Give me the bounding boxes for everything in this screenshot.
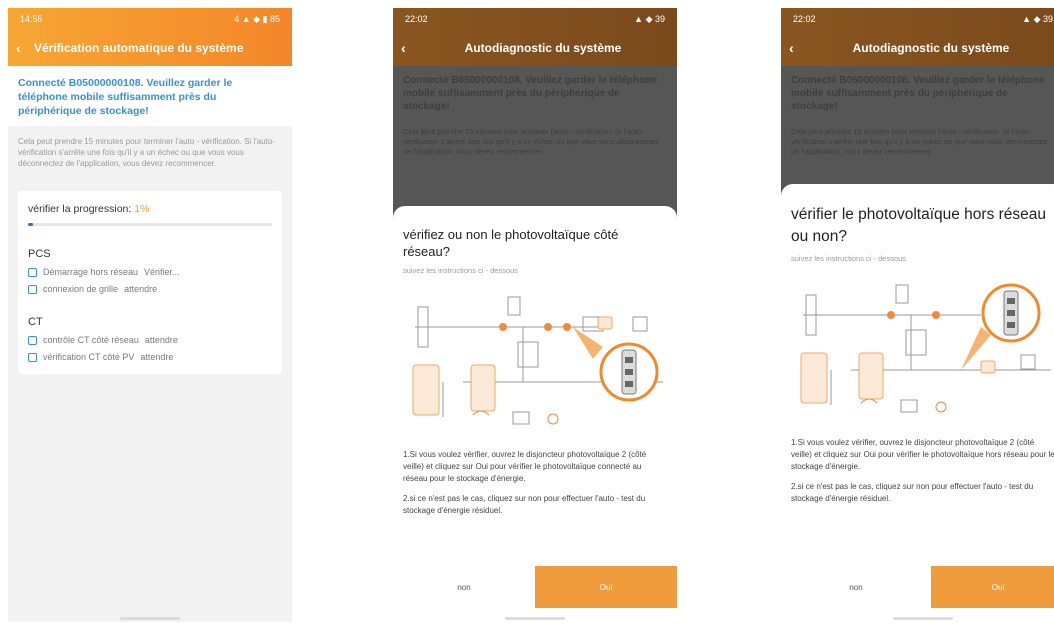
checkbox-icon [28,267,37,277]
section-title-ct: CT [28,316,43,328]
progress-bar [28,223,272,226]
back-arrow-icon[interactable]: ‹ [16,40,32,56]
header-area: 22:02 ▲ ◆ 39 ‹ Autodiagnostic du système [781,8,1054,66]
status-icons: ▲ ◆ 39 [634,13,665,24]
phone-screen-offgrid-pv-dialog: 22:02 ▲ ◆ 39 ‹ Autodiagnostic du système… [781,8,1054,622]
dialog-subtitle: suivez les instructions ci - dessous [403,266,519,275]
page-title: Autodiagnostic du système [464,41,622,55]
dimmed-note: Cela peut prendre 15 minutes pour termin… [791,127,1048,156]
duration-note: Cela peut prendre 15 minutes pour termin… [18,137,275,168]
bottom-sheet-dialog: vérifier le photovoltaïque hors réseau o… [781,184,1054,622]
section-title-pcs: PCS [28,248,51,260]
status-icons: 4 ▲ ◆ ▮ 85 [234,13,280,24]
dialog-buttons: non Oui [393,566,677,608]
no-button[interactable]: non [393,566,535,608]
phone-screen-self-check: 14:55 4 ▲ ◆ ▮ 85 ‹ Vérification automati… [8,8,292,622]
yes-button[interactable]: Oui [535,566,677,608]
progress-value: 1% [134,203,150,215]
status-bar: 22:02 ▲ ◆ 39 [393,8,677,30]
app-bar: ‹ Vérification automatique du système [8,30,292,66]
back-arrow-icon[interactable]: ‹ [401,40,417,56]
wiring-diagram-graphic [412,296,663,425]
dimmed-notice: Connecté B05000000108. Veuillez garder l… [791,75,1046,112]
status-time: 22:02 [405,14,428,24]
dialog-question: vérifiez ou non le photovoltaïque côté r… [403,227,619,259]
checkbox-icon [28,335,37,345]
check-item: vérification CT côté PV attendre [28,352,272,362]
check-item-status: Vérifier... [144,267,180,277]
app-bar: ‹ Autodiagnostic du système [393,30,677,66]
bottom-sheet-dialog: vérifiez ou non le photovoltaïque côté r… [393,206,677,622]
check-item-label: contrôle CT côté réseau [43,335,139,345]
status-bar: 22:02 ▲ ◆ 39 [781,8,1054,30]
check-item: connexion de grille attendre [28,284,272,294]
header-area: 22:02 ▲ ◆ 39 ‹ Autodiagnostic du système [393,8,677,66]
dialog-buttons: non Oui [781,566,1054,608]
status-bar: 14:55 4 ▲ ◆ ▮ 85 [8,8,292,30]
screenshot-canvas: 14:55 4 ▲ ◆ ▮ 85 ‹ Vérification automati… [0,0,1054,630]
instruction-step-2: 2.si ce n'est pas le cas, cliquez sur no… [791,482,1034,503]
checkbox-icon [28,284,37,294]
connection-notice: Connecté B05000000108. Veuillez garder l… [8,66,292,126]
app-bar: ‹ Autodiagnostic du système [781,30,1054,66]
instructions: 1.Si vous voulez vérifier, ouvrez le dis… [403,449,667,517]
dialog-question: vérifier le photovoltaïque hors réseau o… [791,206,1047,245]
page-title: Vérification automatique du système [34,41,244,55]
home-indicator [120,617,180,620]
progress-bar-fill [28,223,33,226]
status-icons: ▲ ◆ 39 [1022,13,1053,24]
check-item-label: vérification CT côté PV [43,352,135,362]
status-time: 22:02 [793,14,816,24]
check-item-status: attendre [140,352,174,362]
check-item: Démarrage hors réseau Vérifier... [28,267,272,277]
dialog-subtitle: suivez les instructions ci - dessous [791,254,907,263]
home-indicator [505,617,565,620]
phone-screen-grid-pv-dialog: 22:02 ▲ ◆ 39 ‹ Autodiagnostic du système… [393,8,677,622]
dimmed-note: Cela peut prendre 15 minutes pour termin… [403,127,660,156]
wiring-diagram-graphic [800,283,1051,413]
home-indicator [893,617,953,620]
status-time: 14:55 [20,14,43,24]
check-item-label: connexion de grille [43,284,119,294]
instruction-step-2: 2.si ce n'est pas le cas, cliquez sur no… [403,494,646,515]
progress-label: vérifier la progression: [28,203,132,215]
progress-card: vérifier la progression: 1% PCS Démarrag… [18,191,282,374]
progress-row: vérifier la progression: 1% [28,203,272,215]
yes-button[interactable]: Oui [931,566,1054,608]
dimmed-notice: Connecté B05000000108. Veuillez garder l… [403,75,658,112]
checkbox-icon [28,352,37,362]
instruction-step-1: 1.Si vous voulez vérifier, ouvrez le dis… [791,438,1054,471]
check-item-label: Démarrage hors réseau [43,267,139,277]
wiring-diagram [403,287,667,437]
instruction-step-1: 1.Si vous voulez vérifier, ouvrez le dis… [403,450,647,483]
back-arrow-icon[interactable]: ‹ [789,40,805,56]
check-item-status: attendre [144,335,178,345]
header-area: 14:55 4 ▲ ◆ ▮ 85 ‹ Vérification automati… [8,8,292,66]
no-button[interactable]: non [781,566,931,608]
page-title: Autodiagnostic du système [852,41,1010,55]
check-item-status: attendre [124,284,158,294]
check-item: contrôle CT côté réseau attendre [28,335,272,345]
wiring-diagram [791,275,1054,425]
instructions: 1.Si vous voulez vérifier, ouvrez le dis… [791,437,1054,505]
